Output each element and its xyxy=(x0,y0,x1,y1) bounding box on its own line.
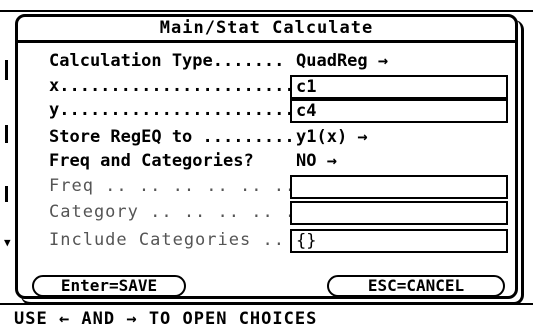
enter-save-button[interactable]: Enter=SAVE xyxy=(32,275,186,297)
x-list-field[interactable]: c1 xyxy=(290,75,508,99)
freq-label: Freq .. .. .. .. .. .. .. xyxy=(49,176,330,196)
store-regeq-label: Store RegEQ to ......... xyxy=(49,127,295,147)
include-categories-label: Include Categories .. xyxy=(49,230,285,250)
status-divider xyxy=(0,303,533,305)
freq-categories-label: Freq and Categories? xyxy=(49,151,254,171)
background-mark xyxy=(5,60,8,80)
scroll-down-icon: ▼ xyxy=(4,236,11,249)
include-categories-field[interactable]: {} xyxy=(290,229,508,253)
background-mark xyxy=(5,125,8,143)
freq-categories-dropdown[interactable]: NO → xyxy=(296,150,337,172)
esc-cancel-button[interactable]: ESC=CANCEL xyxy=(327,275,505,297)
dialog-title: Main/Stat Calculate xyxy=(18,17,515,43)
calculation-type-dropdown[interactable]: QuadReg → xyxy=(296,50,388,72)
calculation-type-label: Calculation Type....... xyxy=(49,51,285,71)
category-label: Category .. .. .. .. .. xyxy=(49,202,308,222)
category-field[interactable] xyxy=(290,201,508,225)
y-list-field[interactable]: c4 xyxy=(290,99,508,123)
status-bar-text: USE ← AND → TO OPEN CHOICES xyxy=(14,309,318,329)
freq-field[interactable] xyxy=(290,175,508,199)
stat-calculate-dialog: Main/Stat Calculate Calculation Type....… xyxy=(15,14,518,299)
store-regeq-dropdown[interactable]: y1(x) → xyxy=(296,126,368,148)
background-mark xyxy=(5,186,8,202)
